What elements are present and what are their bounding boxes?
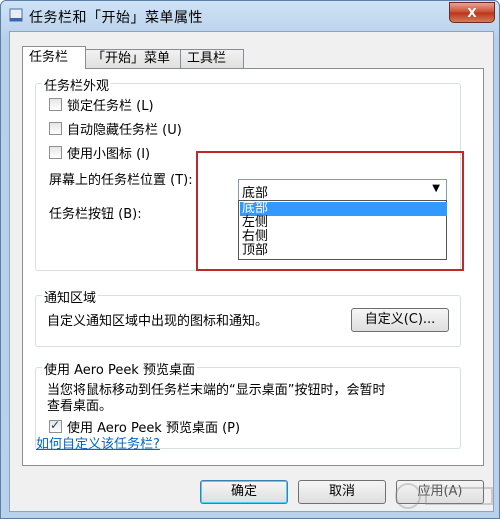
cancel-button[interactable]: 取消 — [298, 480, 386, 504]
close-button[interactable]: X — [449, 2, 495, 23]
taskbar-position-select[interactable]: 底部 ▼ — [238, 179, 447, 201]
dialog-client: 任务栏 「开始」菜单 工具栏 任务栏外观 锁定任务栏 (L) 自动隐藏任务栏 (… — [9, 31, 494, 512]
taskbar-icon — [9, 8, 23, 22]
tab-toolbars[interactable]: 工具栏 — [180, 49, 244, 68]
tab-toolbars-label: 工具栏 — [187, 51, 227, 66]
tab-taskbar-label: 任务栏 — [29, 50, 69, 65]
small-icons-checkbox[interactable] — [49, 146, 62, 159]
close-icon: X — [467, 5, 477, 20]
tab-taskbar[interactable]: 任务栏 — [22, 46, 86, 69]
taskbar-position-label: 屏幕上的任务栏位置 (T): — [49, 173, 193, 188]
notification-description: 自定义通知区域中出现的图标和通知。 — [47, 314, 269, 329]
aero-peek-description-2: 查看桌面。 — [47, 399, 113, 414]
help-link[interactable]: 如何自定义该任务栏? — [36, 433, 160, 452]
properties-window: 任务栏和「开始」菜单属性 X 任务栏 「开始」菜单 工具栏 任务栏外观 锁定任务… — [0, 0, 500, 519]
aero-peek-group-label: 使用 Aero Peek 预览桌面 — [42, 359, 197, 378]
appearance-group-label: 任务栏外观 — [42, 75, 112, 94]
position-option-bottom[interactable]: 底部 — [240, 202, 447, 216]
position-option-top[interactable]: 顶部 — [240, 244, 447, 258]
title-bar[interactable]: 任务栏和「开始」菜单属性 X — [1, 1, 499, 31]
window-title: 任务栏和「开始」菜单属性 — [29, 10, 203, 26]
small-icons-label: 使用小图标 (I) — [67, 147, 151, 162]
ok-button[interactable]: 确定 — [200, 480, 288, 504]
auto-hide-checkbox[interactable] — [49, 122, 62, 135]
notification-group-label: 通知区域 — [42, 287, 99, 306]
watermark-logo — [395, 483, 493, 509]
taskbar-position-dropdown: 底部 左侧 右侧 顶部 — [238, 200, 447, 260]
customize-button[interactable]: 自定义(C)... — [351, 308, 449, 332]
auto-hide-label: 自动隐藏任务栏 (U) — [67, 123, 182, 138]
lock-taskbar-label: 锁定任务栏 (L) — [67, 99, 154, 114]
tab-start-menu-label: 「开始」菜单 — [92, 51, 171, 66]
aero-peek-checkbox[interactable] — [49, 418, 62, 433]
lock-taskbar-checkbox[interactable] — [49, 98, 62, 111]
taskbar-buttons-label: 任务栏按钮 (B): — [49, 207, 142, 222]
position-option-right[interactable]: 右侧 — [240, 230, 447, 244]
tab-panel: 任务栏外观 锁定任务栏 (L) 自动隐藏任务栏 (U) 使用小图标 (I) 屏幕… — [22, 68, 484, 466]
position-option-left[interactable]: 左侧 — [240, 216, 447, 230]
tab-start-menu[interactable]: 「开始」菜单 — [85, 49, 181, 68]
chevron-down-icon[interactable]: ▼ — [432, 183, 440, 194]
taskbar-position-value: 底部 — [242, 186, 269, 201]
